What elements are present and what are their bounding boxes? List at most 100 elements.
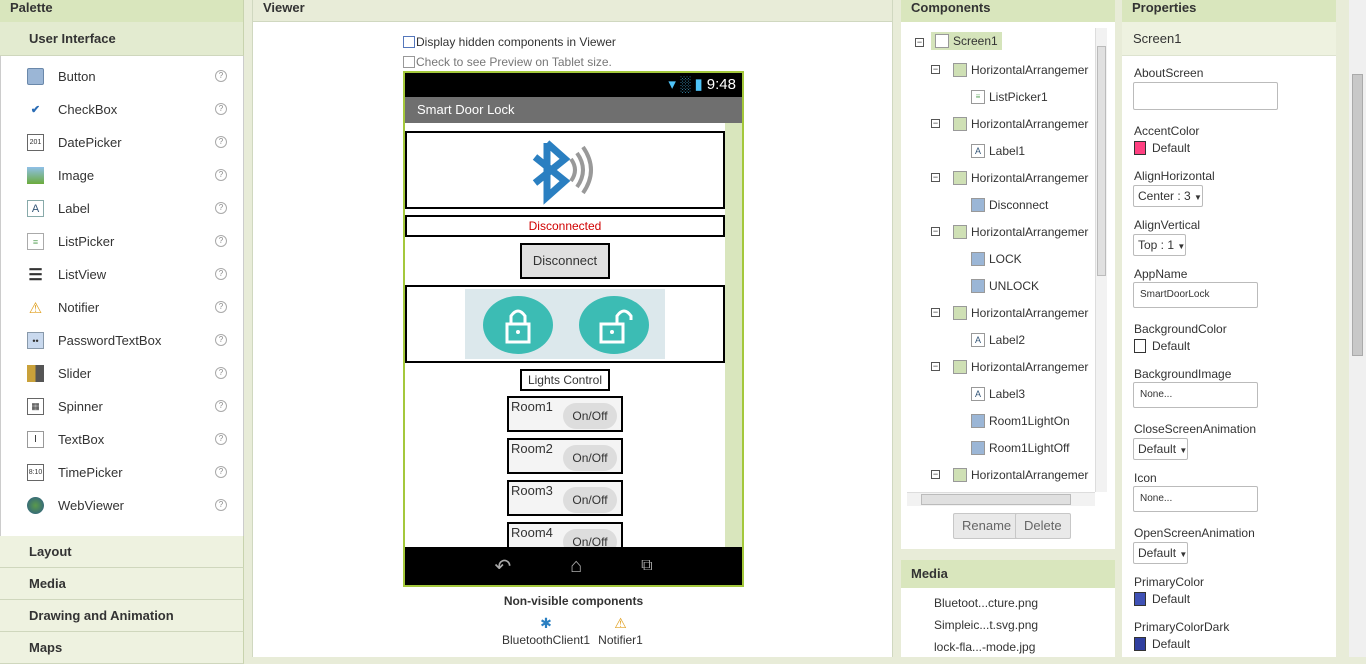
collapse-icon[interactable]: − xyxy=(931,470,940,479)
category-maps[interactable]: Maps xyxy=(0,632,244,664)
disconnect-button[interactable]: Disconnect xyxy=(520,243,610,279)
palette-item-passwordtextbox[interactable]: •• PasswordTextBox? xyxy=(1,324,243,357)
palette-item-webviewer[interactable]: WebViewer? xyxy=(1,489,243,522)
help-icon[interactable]: ? xyxy=(215,235,227,247)
tablet-preview-checkbox[interactable]: Check to see Preview on Tablet size. xyxy=(403,55,612,69)
help-icon[interactable]: ? xyxy=(215,466,227,478)
tree-hscrollbar[interactable] xyxy=(907,492,1095,506)
bgimage-picker[interactable]: None... xyxy=(1133,382,1258,408)
lock-button[interactable] xyxy=(483,296,553,354)
primary-value[interactable]: Default xyxy=(1152,592,1190,606)
page-scrollbar[interactable] xyxy=(1349,0,1366,657)
accent-value[interactable]: Default xyxy=(1152,141,1190,155)
help-icon[interactable]: ? xyxy=(215,103,227,115)
category-media[interactable]: Media xyxy=(0,568,244,600)
palette-item-slider[interactable]: Slider? xyxy=(1,357,243,390)
nonvisible-notifier[interactable]: ⚠ Notifier1 xyxy=(593,615,648,647)
alignv-select[interactable]: Top : 1 ▼ xyxy=(1133,234,1187,256)
accent-swatch[interactable] xyxy=(1134,141,1146,155)
listpicker-bluetooth[interactable] xyxy=(405,131,725,209)
media-item[interactable]: Bluetoot...cture.png xyxy=(901,592,1115,614)
tree-hscroll-thumb[interactable] xyxy=(921,494,1071,505)
room-switch[interactable]: On/Off xyxy=(563,487,617,513)
tree-node-listpicker1[interactable]: ≡ ListPicker1 xyxy=(971,88,1048,106)
nonvisible-bluetooth[interactable]: ✱ BluetoothClient1 xyxy=(501,615,591,647)
help-icon[interactable]: ? xyxy=(215,136,227,148)
hidden-components-checkbox[interactable]: Display hidden components in Viewer xyxy=(403,35,616,49)
help-icon[interactable]: ? xyxy=(215,367,227,379)
tree-vscrollbar[interactable] xyxy=(1095,28,1107,492)
palette-item-datepicker[interactable]: 201 DatePicker? xyxy=(1,126,243,159)
category-layout[interactable]: Layout xyxy=(0,536,244,568)
room-switch[interactable]: On/Off xyxy=(563,403,617,429)
tree-node-arrangement[interactable]: HorizontalArrangemer xyxy=(953,61,1088,79)
closeanim-select[interactable]: Default ▼ xyxy=(1133,438,1189,460)
checkbox-box[interactable] xyxy=(403,36,415,48)
tree-node-room1lighton[interactable]: Room1LightOn xyxy=(971,412,1070,430)
tree-node-arrangement[interactable]: HorizontalArrangemer xyxy=(953,358,1088,376)
tree-node-arrangement[interactable]: HorizontalArrangemer xyxy=(953,169,1088,187)
help-icon[interactable]: ? xyxy=(215,169,227,181)
alignh-select[interactable]: Center : 3 ▼ xyxy=(1133,185,1203,207)
tree-node-screen1[interactable]: Screen1 xyxy=(931,32,1002,50)
tree-node-arrangement[interactable]: HorizontalArrangemer xyxy=(953,115,1088,133)
help-icon[interactable]: ? xyxy=(215,334,227,346)
help-icon[interactable]: ? xyxy=(215,268,227,280)
bgcolor-swatch[interactable] xyxy=(1134,339,1146,353)
collapse-icon[interactable]: − xyxy=(931,119,940,128)
primarydark-value[interactable]: Default xyxy=(1152,637,1190,651)
media-item[interactable]: Simpleic...t.svg.png xyxy=(901,614,1115,636)
palette-item-spinner[interactable]: ▦ Spinner? xyxy=(1,390,243,423)
recents-icon[interactable]: ⧉ xyxy=(641,557,652,575)
collapse-icon[interactable]: − xyxy=(931,227,940,236)
rename-button[interactable]: Rename xyxy=(953,513,1021,539)
category-user-interface[interactable]: User Interface xyxy=(0,22,244,56)
palette-item-listpicker[interactable]: ≡ ListPicker? xyxy=(1,225,243,258)
tree-node-lock[interactable]: LOCK xyxy=(971,250,1022,268)
media-item[interactable]: lock-fla...-mode.jpg xyxy=(901,636,1115,658)
checkbox-box[interactable] xyxy=(403,56,415,68)
category-drawing[interactable]: Drawing and Animation xyxy=(0,600,244,632)
palette-item-checkbox[interactable]: ✔ CheckBox? xyxy=(1,93,243,126)
openanim-select[interactable]: Default ▼ xyxy=(1133,542,1189,564)
tree-node-disconnect[interactable]: Disconnect xyxy=(971,196,1048,214)
tree-node-label1[interactable]: A Label1 xyxy=(971,142,1025,160)
help-icon[interactable]: ? xyxy=(215,301,227,313)
unlock-button[interactable] xyxy=(579,296,649,354)
aboutscreen-textarea[interactable] xyxy=(1133,82,1278,110)
primary-swatch[interactable] xyxy=(1134,592,1146,606)
page-scroll-thumb[interactable] xyxy=(1352,74,1363,356)
tree-node-room1lightoff[interactable]: Room1LightOff xyxy=(971,439,1070,457)
help-icon[interactable]: ? xyxy=(215,499,227,511)
help-icon[interactable]: ? xyxy=(215,70,227,82)
tree-node-arrangement[interactable]: HorizontalArrangemer xyxy=(953,223,1088,241)
palette-item-image[interactable]: Image? xyxy=(1,159,243,192)
room-switch[interactable]: On/Off xyxy=(563,445,617,471)
palette-item-notifier[interactable]: ⚠ Notifier? xyxy=(1,291,243,324)
room-switch[interactable]: On/Off xyxy=(563,529,617,547)
appname-input[interactable]: SmartDoorLock xyxy=(1133,282,1258,308)
collapse-icon[interactable]: − xyxy=(931,362,940,371)
collapse-icon[interactable]: − xyxy=(931,173,940,182)
tree-node-unlock[interactable]: UNLOCK xyxy=(971,277,1039,295)
palette-item-label[interactable]: A Label? xyxy=(1,192,243,225)
icon-picker[interactable]: None... xyxy=(1133,486,1258,512)
palette-item-button[interactable]: Button? xyxy=(1,60,243,93)
collapse-icon[interactable]: − xyxy=(931,65,940,74)
palette-item-timepicker[interactable]: 8:10 TimePicker? xyxy=(1,456,243,489)
help-icon[interactable]: ? xyxy=(215,433,227,445)
tree-node-arrangement[interactable]: HorizontalArrangemer xyxy=(953,466,1088,484)
collapse-icon[interactable]: − xyxy=(931,308,940,317)
tree-node-arrangement[interactable]: HorizontalArrangemer xyxy=(953,304,1088,322)
help-icon[interactable]: ? xyxy=(215,202,227,214)
collapse-icon[interactable]: − xyxy=(915,38,924,47)
tree-node-label2[interactable]: A Label2 xyxy=(971,331,1025,349)
delete-button[interactable]: Delete xyxy=(1015,513,1071,539)
bgcolor-value[interactable]: Default xyxy=(1152,339,1190,353)
palette-item-textbox[interactable]: I TextBox? xyxy=(1,423,243,456)
home-icon[interactable]: ⌂ xyxy=(570,555,582,578)
primarydark-swatch[interactable] xyxy=(1134,637,1146,651)
back-icon[interactable]: ↶ xyxy=(494,554,511,579)
help-icon[interactable]: ? xyxy=(215,400,227,412)
tree-node-label3[interactable]: A Label3 xyxy=(971,385,1025,403)
